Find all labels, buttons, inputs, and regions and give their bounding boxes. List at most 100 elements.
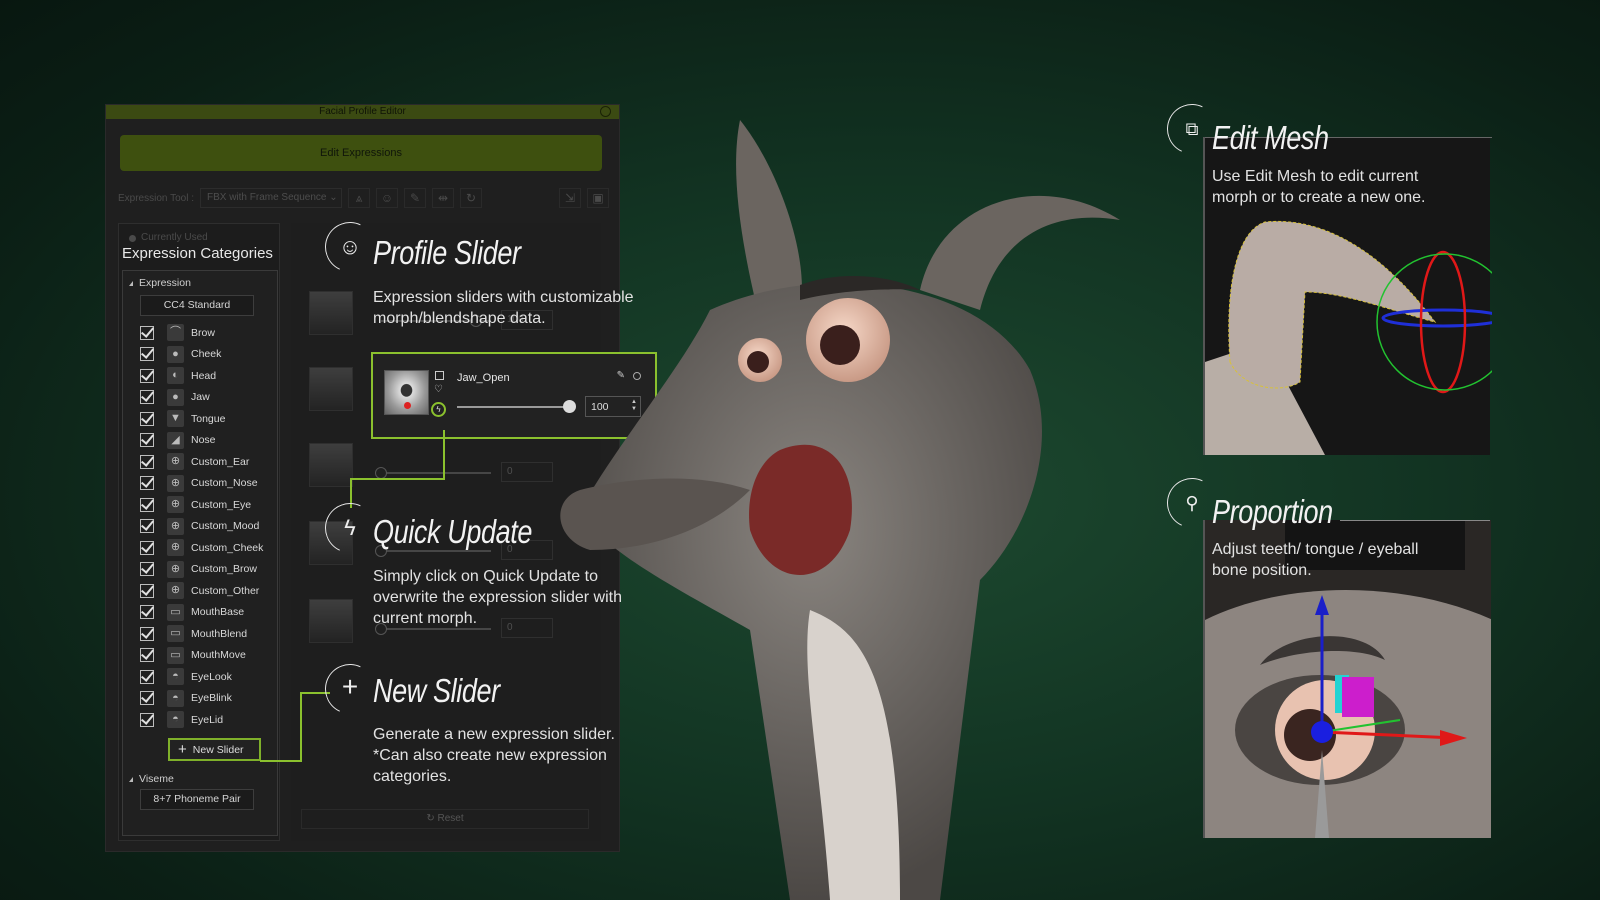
expression-tool-select[interactable]: FBX with Frame Sequence ⌄ bbox=[199, 188, 342, 208]
category-checkbox[interactable] bbox=[140, 476, 154, 491]
category-checkbox[interactable] bbox=[140, 519, 154, 534]
feature-title: New Slider bbox=[373, 672, 500, 709]
category-item[interactable]: ⊕ Custom_Other bbox=[123, 580, 277, 602]
gizmo-plane bbox=[1342, 677, 1374, 717]
nose-icon: ◢ bbox=[167, 431, 184, 449]
edit-mesh-tool-icon[interactable]: ✎ bbox=[403, 188, 426, 208]
category-label: MouthBase bbox=[191, 606, 245, 619]
eye-icon: ◓ bbox=[167, 689, 184, 707]
category-item[interactable]: ▭ MouthMove bbox=[123, 645, 277, 667]
gizmo-center bbox=[1311, 721, 1333, 743]
category-checkbox[interactable] bbox=[140, 411, 154, 426]
category-item[interactable]: ⊕ Custom_Eye bbox=[123, 494, 277, 516]
category-checkbox[interactable] bbox=[140, 648, 154, 663]
feature-title: Quick Update bbox=[373, 513, 533, 550]
favorite-icon[interactable]: ♡ bbox=[434, 384, 443, 395]
slider-track[interactable] bbox=[457, 400, 576, 413]
mouth-icon: ▭ bbox=[167, 646, 184, 664]
new-slider-button[interactable]: + New Slider bbox=[168, 738, 261, 761]
category-item[interactable]: ⊕ Custom_Nose bbox=[123, 473, 277, 495]
viseme-group-toggle[interactable]: Viseme bbox=[123, 767, 174, 787]
category-label: Custom_Ear bbox=[191, 455, 250, 468]
category-checkbox[interactable] bbox=[140, 712, 154, 727]
category-item[interactable]: ▼ Tongue bbox=[123, 408, 277, 430]
expression-tool-label: Expression Tool : bbox=[118, 192, 194, 204]
category-checkbox[interactable] bbox=[140, 691, 154, 706]
connector-line bbox=[350, 478, 445, 480]
select-checkbox[interactable] bbox=[435, 371, 444, 380]
category-item[interactable]: ◓ EyeLook bbox=[123, 666, 277, 688]
category-checkbox[interactable] bbox=[140, 347, 154, 362]
category-item[interactable]: ⊕ Custom_Mood bbox=[123, 516, 277, 538]
viseme-preset-button[interactable]: 8+7 Phoneme Pair bbox=[140, 789, 254, 810]
category-checkbox[interactable] bbox=[140, 583, 154, 598]
feature-title: Profile Slider bbox=[373, 234, 521, 271]
category-list: Expression CC4 Standard ⌒ Brow ● Cheek ◐ Head… bbox=[122, 270, 278, 836]
category-item[interactable]: ⊕ Custom_Brow bbox=[123, 559, 277, 581]
category-checkbox[interactable] bbox=[140, 325, 154, 340]
slider-thumbnail bbox=[309, 443, 353, 487]
eye-icon: ◓ bbox=[167, 668, 184, 686]
pose-icon[interactable]: ⩓ bbox=[347, 188, 370, 208]
category-item[interactable]: ◓ EyeBlink bbox=[123, 688, 277, 710]
feature-description: Use Edit Mesh to edit current morph or t… bbox=[1212, 168, 1426, 206]
currently-used-radio[interactable]: Currently Used bbox=[119, 224, 279, 243]
category-item[interactable]: ◢ Nose bbox=[123, 430, 277, 452]
custom-icon: ⊕ bbox=[167, 582, 184, 600]
slider-name: Jaw_Open bbox=[457, 372, 510, 384]
category-checkbox[interactable] bbox=[140, 368, 154, 383]
new-slider-label: New Slider bbox=[192, 744, 244, 756]
custom-icon: ⊕ bbox=[167, 474, 184, 492]
category-item[interactable]: ▭ MouthBlend bbox=[123, 623, 277, 645]
proportion-tool-icon[interactable]: ⇹ bbox=[431, 188, 454, 208]
category-checkbox[interactable] bbox=[140, 454, 154, 469]
character-pupil bbox=[820, 325, 860, 365]
reset-button[interactable]: ↻ Reset bbox=[301, 809, 589, 829]
connector-line bbox=[260, 760, 302, 762]
category-item[interactable]: ● Jaw bbox=[123, 387, 277, 409]
category-checkbox[interactable] bbox=[140, 669, 154, 684]
slider-thumbnail bbox=[309, 367, 353, 411]
slider-value-input[interactable]: 0 bbox=[501, 462, 553, 482]
category-checkbox[interactable] bbox=[140, 390, 154, 405]
refresh-icon[interactable]: ↻ bbox=[459, 188, 482, 208]
face-capture-icon[interactable]: ☺ bbox=[375, 188, 398, 208]
category-checkbox[interactable] bbox=[140, 626, 154, 641]
expression-categories-panel: Currently Used Expression Categories Exp… bbox=[118, 223, 280, 841]
category-item[interactable]: ⌒ Brow bbox=[123, 322, 277, 344]
category-label: Custom_Brow bbox=[191, 563, 257, 576]
category-label: Custom_Cheek bbox=[191, 541, 264, 554]
category-item[interactable]: ⊕ Custom_Ear bbox=[123, 451, 277, 473]
category-label: Nose bbox=[191, 434, 216, 447]
category-checkbox[interactable] bbox=[140, 540, 154, 555]
category-checkbox[interactable] bbox=[140, 497, 154, 512]
category-label: MouthMove bbox=[191, 649, 246, 662]
category-label: MouthBlend bbox=[191, 627, 248, 640]
category-label: Brow bbox=[191, 326, 215, 339]
divider bbox=[1340, 520, 1490, 521]
category-item[interactable]: ⊕ Custom_Cheek bbox=[123, 537, 277, 559]
custom-icon: ⊕ bbox=[167, 496, 184, 514]
expression-group-toggle[interactable]: Expression bbox=[123, 271, 277, 291]
category-label: Custom_Eye bbox=[191, 498, 252, 511]
character-head bbox=[580, 283, 1042, 900]
category-item[interactable]: ▭ MouthBase bbox=[123, 602, 277, 624]
category-checkbox[interactable] bbox=[140, 433, 154, 448]
character-pupil bbox=[747, 351, 769, 373]
category-label: EyeLid bbox=[191, 713, 224, 726]
category-item[interactable]: ◓ EyeLid bbox=[123, 709, 277, 731]
category-checkbox[interactable] bbox=[140, 605, 154, 620]
custom-icon: ⊕ bbox=[167, 560, 184, 578]
edit-expressions-button[interactable]: Edit Expressions bbox=[120, 135, 602, 171]
category-item[interactable]: ◐ Head bbox=[123, 365, 277, 387]
expression-preset-button[interactable]: CC4 Standard bbox=[140, 295, 254, 316]
slider-thumbnail bbox=[309, 291, 353, 335]
eye-icon: ◓ bbox=[167, 711, 184, 729]
quick-update-icon[interactable]: ϟ bbox=[431, 402, 446, 417]
slider-track[interactable] bbox=[375, 467, 491, 479]
rotate-gizmo-blue bbox=[1381, 308, 1492, 328]
feature-description: Adjust teeth/ tongue / eyeball bone posi… bbox=[1212, 541, 1419, 579]
category-item[interactable]: ● Cheek bbox=[123, 344, 277, 366]
category-checkbox[interactable] bbox=[140, 562, 154, 577]
slider-row: 0 bbox=[301, 435, 591, 509]
